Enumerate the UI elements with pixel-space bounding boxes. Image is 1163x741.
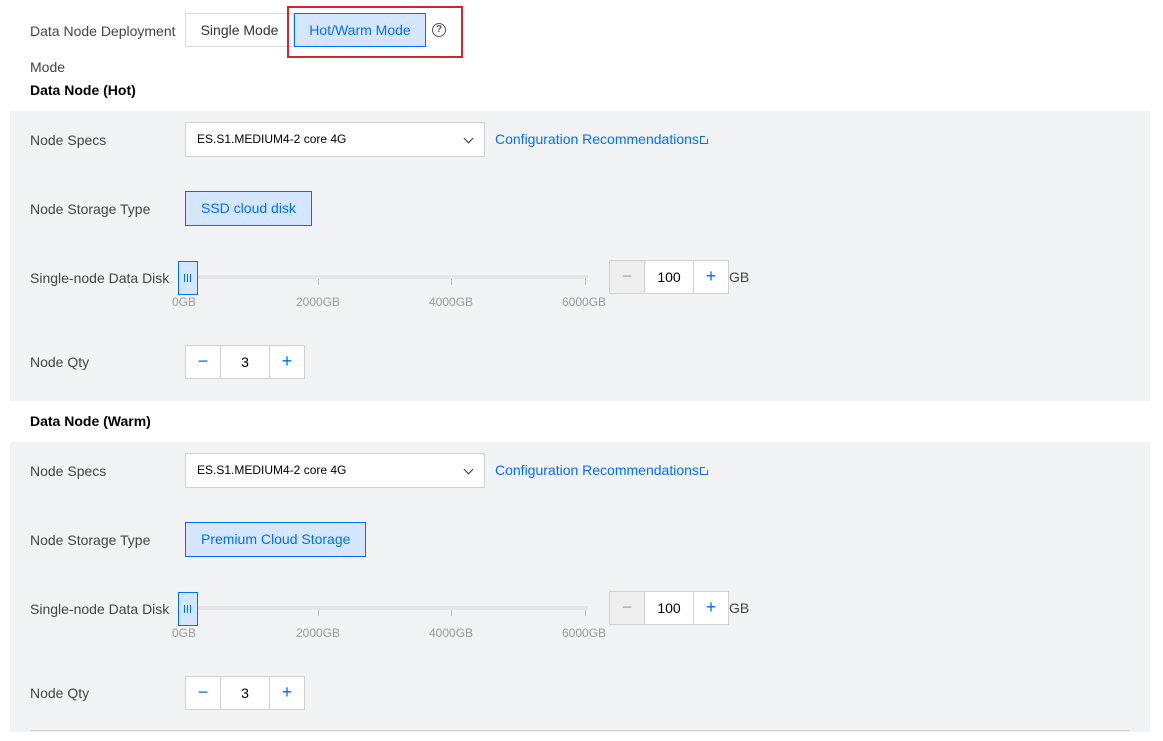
hot-node-qty-decrement-button[interactable]: − xyxy=(186,346,221,378)
warm-data-disk-decrement-button[interactable]: − xyxy=(610,592,645,624)
warm-storage-type-label: Node Storage Type xyxy=(30,532,151,548)
hot-node-specs-label: Node Specs xyxy=(30,132,107,148)
warm-section-title: Data Node (Warm) xyxy=(30,413,151,429)
hot-section-title: Data Node (Hot) xyxy=(30,82,136,98)
tick-mark xyxy=(451,610,452,616)
hot-data-disk-unit: GB xyxy=(729,269,750,285)
deployment-mode-label: Data Node Deployment xyxy=(30,23,176,39)
hot-tick-label-0: 0GB xyxy=(172,295,197,309)
chevron-down-icon xyxy=(463,133,474,144)
warm-data-disk-unit: GB xyxy=(729,600,750,616)
warm-node-specs-value: ES.S1.MEDIUM4-2 core 4G xyxy=(197,463,347,477)
warm-node-qty-stepper: − 3 + xyxy=(185,676,305,710)
bottom-divider xyxy=(30,730,1130,731)
hot-data-disk-slider-track[interactable] xyxy=(180,275,588,279)
hot-node-qty-label: Node Qty xyxy=(30,354,90,370)
hot-data-disk-label: Single-node Data Disk xyxy=(30,270,170,286)
warm-data-disk-label: Single-node Data Disk xyxy=(30,601,170,617)
warm-data-disk-slider-handle[interactable] xyxy=(178,592,198,626)
deployment-mode-label-cont: Mode xyxy=(30,59,66,75)
external-link-icon xyxy=(699,466,709,475)
tick-mark xyxy=(318,279,319,285)
hot-warm-mode-button[interactable]: Hot/Warm Mode xyxy=(294,13,426,47)
warm-node-specs-select[interactable]: ES.S1.MEDIUM4-2 core 4G xyxy=(185,453,485,488)
warm-storage-type-button[interactable]: Premium Cloud Storage xyxy=(185,522,367,557)
warm-panel: Node Specs ES.S1.MEDIUM4-2 core 4G Confi… xyxy=(10,442,1150,732)
chevron-down-icon xyxy=(463,464,474,475)
hot-data-disk-stepper: − 100 + xyxy=(609,260,729,294)
warm-tick-label-0: 0GB xyxy=(172,626,197,640)
warm-config-link-text: Configuration Recommendations xyxy=(495,462,699,478)
hot-tick-label-2: 4000GB xyxy=(429,295,474,309)
warm-data-disk-slider-track[interactable] xyxy=(180,606,588,610)
hot-data-disk-slider-handle[interactable] xyxy=(178,261,198,295)
help-icon[interactable]: ? xyxy=(432,23,446,37)
warm-node-qty-increment-button[interactable]: + xyxy=(269,677,304,709)
tick-mark xyxy=(585,610,586,616)
warm-tick-label-1: 2000GB xyxy=(296,626,341,640)
warm-config-recommendations-link[interactable]: Configuration Recommendations xyxy=(495,460,709,480)
tick-mark xyxy=(318,610,319,616)
hot-data-disk-input[interactable]: 100 xyxy=(645,261,693,293)
hot-node-specs-select[interactable]: ES.S1.MEDIUM4-2 core 4G xyxy=(185,122,485,157)
tick-mark xyxy=(451,279,452,285)
warm-node-qty-label: Node Qty xyxy=(30,685,90,701)
warm-node-specs-label: Node Specs xyxy=(30,463,107,479)
hot-tick-label-1: 2000GB xyxy=(296,295,341,309)
hot-tick-label-3: 6000GB xyxy=(562,295,607,309)
warm-tick-label-2: 4000GB xyxy=(429,626,474,640)
warm-node-qty-input[interactable]: 3 xyxy=(221,677,269,709)
hot-storage-type-button[interactable]: SSD cloud disk xyxy=(185,191,312,226)
warm-tick-label-3: 6000GB xyxy=(562,626,607,640)
warm-data-disk-input[interactable]: 100 xyxy=(645,592,693,624)
warm-node-qty-decrement-button[interactable]: − xyxy=(186,677,221,709)
hot-storage-type-label: Node Storage Type xyxy=(30,201,151,217)
warm-data-disk-stepper: − 100 + xyxy=(609,591,729,625)
deployment-mode-row: Data Node Deployment Mode Single Mode Ho… xyxy=(0,0,1163,82)
hot-data-disk-increment-button[interactable]: + xyxy=(693,261,728,293)
hot-node-specs-value: ES.S1.MEDIUM4-2 core 4G xyxy=(197,132,347,146)
hot-node-qty-increment-button[interactable]: + xyxy=(269,346,304,378)
hot-node-qty-input[interactable]: 3 xyxy=(221,346,269,378)
external-link-icon xyxy=(699,135,709,144)
hot-data-disk-decrement-button[interactable]: − xyxy=(610,261,645,293)
tick-mark xyxy=(585,279,586,285)
hot-node-qty-stepper: − 3 + xyxy=(185,345,305,379)
warm-data-disk-increment-button[interactable]: + xyxy=(693,592,728,624)
hot-panel: Node Specs ES.S1.MEDIUM4-2 core 4G Confi… xyxy=(10,111,1150,401)
single-mode-button[interactable]: Single Mode xyxy=(185,13,294,47)
hot-config-link-text: Configuration Recommendations xyxy=(495,131,699,147)
hot-config-recommendations-link[interactable]: Configuration Recommendations xyxy=(495,129,709,149)
